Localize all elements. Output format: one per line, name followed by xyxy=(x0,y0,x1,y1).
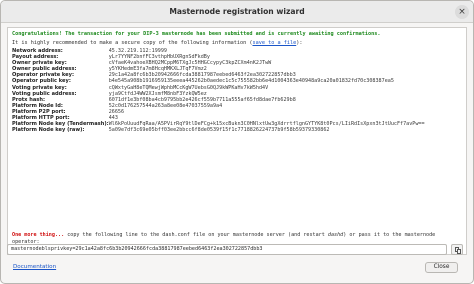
save-to-file-link[interactable]: save to a file xyxy=(252,40,296,46)
notice-prefix: One more thing... xyxy=(12,232,65,238)
recommend-suffix: ): xyxy=(296,40,303,46)
config-line-field[interactable]: masternodeblsprivkey=29c1a42a8fc6b3b2094… xyxy=(7,244,447,255)
recommend-prefix: It is highly recommended to make a secur… xyxy=(12,40,253,46)
summary-panel: Congratulations! The transaction for you… xyxy=(7,27,467,255)
wizard-window: Masternode registration wizard × Congrat… xyxy=(0,0,474,284)
notice-italic: dashd xyxy=(327,232,344,238)
title-bar: Masternode registration wizard × xyxy=(1,1,473,23)
detail-value[interactable]: b4e545a908b1916959135eeea445262b0aedec1c… xyxy=(109,78,425,84)
congrats-message: Congratulations! The transaction for you… xyxy=(12,31,381,37)
window-title: Masternode registration wizard xyxy=(169,7,305,16)
close-window-icon[interactable]: × xyxy=(455,5,469,19)
detail-key: Platform Node key (raw): xyxy=(12,127,85,134)
notice-text-before: copy the following line to the dash.conf… xyxy=(64,232,328,238)
detail-row: Platform Node key (raw): 5a09e7df3c69e05b… xyxy=(12,127,425,133)
close-button[interactable]: Close xyxy=(425,262,458,273)
detail-value[interactable]: 5a09e7df3c69e05bff03ee2bbcc6f8de0539f15f… xyxy=(109,127,425,133)
documentation-link[interactable]: Documentation xyxy=(13,264,56,270)
details-table: Network address: 45.32.219.112:19999 Payou… xyxy=(12,48,425,133)
copy-icon[interactable] xyxy=(451,244,463,255)
recommend-message: It is highly recommended to make a secur… xyxy=(12,40,302,46)
